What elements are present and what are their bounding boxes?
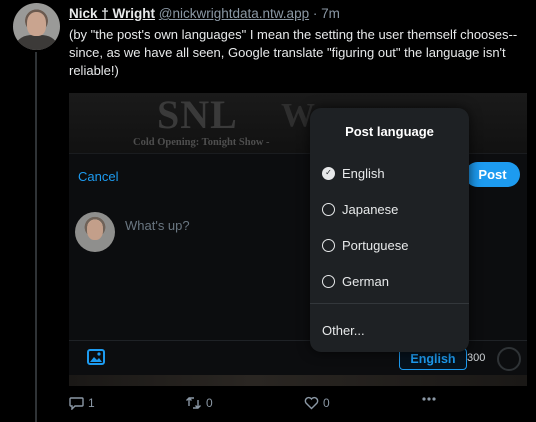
- repost-icon: [186, 397, 201, 409]
- compose-avatar-face: [87, 220, 103, 240]
- language-option-other[interactable]: Other...: [322, 323, 365, 338]
- author-name[interactable]: Nick † Wright: [69, 6, 155, 21]
- reply-count: 1: [88, 396, 95, 410]
- banner-logo: SNL: [157, 93, 238, 137]
- repost-count: 0: [206, 396, 213, 410]
- language-option-label: German: [342, 273, 389, 289]
- language-option-label: Portuguese: [342, 237, 409, 253]
- thread-line: [35, 52, 37, 422]
- check-icon: ✓: [322, 166, 335, 180]
- language-popover: Post language ✓ English Japanese Portugu…: [310, 108, 469, 352]
- more-button[interactable]: [421, 396, 437, 402]
- character-count: 300: [467, 352, 486, 364]
- radio-icon: [322, 274, 335, 288]
- reply-button[interactable]: 1: [69, 396, 95, 410]
- like-icon: [304, 396, 319, 410]
- avatar-face: [27, 12, 46, 36]
- character-count-ring: [497, 347, 521, 371]
- embed-bottom-strip: [69, 375, 527, 386]
- repost-button[interactable]: 0: [185, 396, 213, 410]
- popover-divider: [310, 303, 469, 304]
- cancel-button[interactable]: Cancel: [78, 169, 118, 184]
- banner-subtitle: Cold Opening: Tonight Show -: [133, 137, 270, 148]
- radio-icon: [322, 202, 335, 216]
- language-option-english[interactable]: ✓ English: [322, 163, 385, 183]
- post-header: Nick † Wright @nickwrightdata.ntw.app · …: [69, 6, 340, 21]
- language-option-german[interactable]: German: [322, 271, 389, 291]
- author-avatar[interactable]: [13, 3, 60, 50]
- language-option-label: Japanese: [342, 201, 399, 217]
- language-option-label: English: [342, 165, 385, 181]
- post-time[interactable]: 7m: [321, 6, 340, 21]
- header-separator: ·: [312, 6, 318, 21]
- language-option-japanese[interactable]: Japanese: [322, 199, 398, 219]
- more-icon: [422, 397, 436, 401]
- language-option-portuguese[interactable]: Portuguese: [322, 235, 409, 255]
- post-text: (by "the post's own languages" I mean th…: [69, 27, 518, 78]
- author-handle[interactable]: @nickwrightdata.ntw.app: [159, 6, 309, 21]
- post-button[interactable]: Post: [465, 162, 520, 187]
- compose-input[interactable]: What's up?: [125, 218, 190, 233]
- reply-icon: [69, 397, 84, 410]
- image-icon[interactable]: [87, 349, 105, 365]
- like-button[interactable]: 0: [304, 396, 330, 410]
- radio-icon: [322, 238, 335, 252]
- post-actions: 1 0 0: [69, 396, 449, 414]
- like-count: 0: [323, 396, 330, 410]
- compose-avatar: [75, 212, 115, 252]
- popover-title: Post language: [345, 124, 434, 139]
- avatar-shirt: [17, 35, 56, 50]
